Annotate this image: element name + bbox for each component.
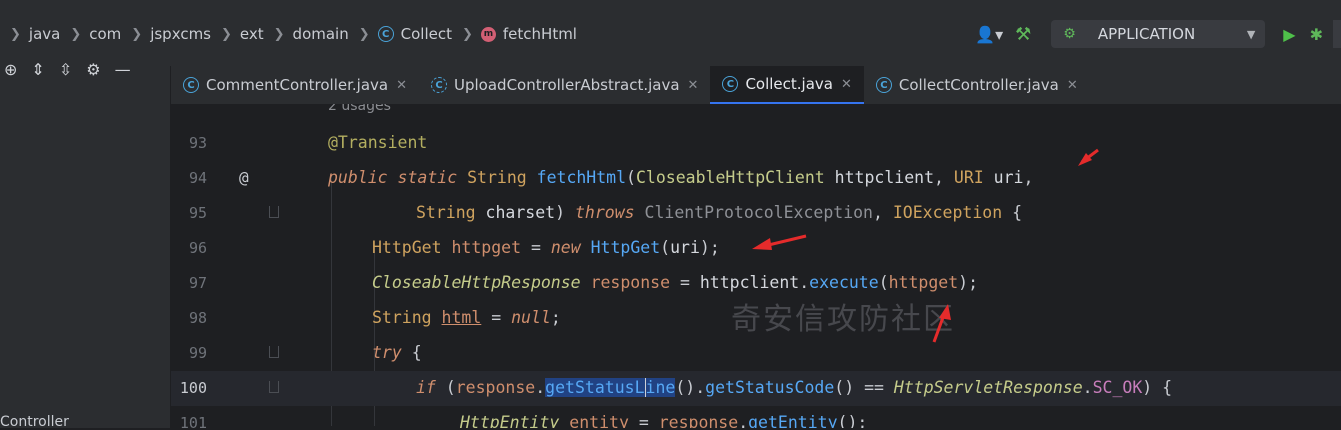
chevron-right-icon: ❯	[131, 26, 143, 42]
locate-target-icon[interactable]: ⊕	[4, 60, 17, 79]
override-marker[interactable]: @	[239, 168, 249, 187]
breadcrumb-item-jspxcms[interactable]: ❯ jspxcms	[131, 25, 211, 43]
line-number: 100	[179, 379, 207, 397]
user-icon[interactable]: 👤▾	[975, 25, 1003, 44]
method-icon: m	[480, 26, 496, 42]
code-line-current: 100 if (response.getStatusLine().getStat…	[171, 371, 1341, 406]
spring-app-icon: ⚙	[1063, 26, 1076, 42]
chevron-down-icon: ▼	[1246, 27, 1256, 41]
line-number: 101	[179, 414, 207, 428]
run-icon[interactable]: ▶	[1283, 25, 1295, 44]
tab-comment-controller[interactable]: C CommentController.java ✕	[171, 66, 419, 104]
code-line: 95 String charset) throws ClientProtocol…	[171, 196, 1341, 231]
code-line: 94 @ public static String fetchHtml(Clos…	[171, 161, 1341, 196]
project-panel: ⊕ ⇕ ⇳ ⚙ — Controller	[0, 60, 171, 430]
abstract-class-icon: C	[431, 77, 448, 93]
tab-collect-controller[interactable]: C CollectController.java ✕	[864, 66, 1090, 104]
expand-all-icon[interactable]: ⇕	[31, 60, 44, 79]
close-icon[interactable]: ✕	[688, 78, 699, 93]
chevron-right-icon: ❯	[273, 26, 285, 42]
collapse-all-icon[interactable]: ⇳	[59, 60, 72, 79]
class-icon: C	[875, 77, 892, 93]
gear-icon[interactable]: ⚙	[86, 60, 100, 79]
debug-bug-icon[interactable]: ✱	[1310, 25, 1323, 44]
tab-collect[interactable]: C Collect.java ✕	[710, 66, 864, 104]
editor-tabs: C CommentController.java ✕ C UploadContr…	[171, 66, 1341, 105]
line-number: 99	[188, 344, 207, 362]
code-line: 101 HttpEntity entity = response.getEnti…	[171, 406, 1341, 428]
line-number: 93	[188, 134, 207, 152]
minimize-icon[interactable]: —	[115, 60, 131, 79]
breadcrumb: ❯ java ❯ com ❯ jspxcms ❯ ext ❯ domain ❯ C Colle…	[0, 22, 577, 46]
code-line: 93 @Transient	[171, 126, 1341, 161]
chevron-right-icon: ❯	[358, 26, 370, 42]
line-number: 96	[188, 239, 207, 257]
breadcrumb-item-fetchhtml[interactable]: ❯ m fetchHtml	[462, 25, 577, 43]
run-configuration-dropdown[interactable]: ⚙ APPLICATION ▼	[1051, 20, 1266, 48]
code-line: 96 HttpGet httpget = new HttpGet(uri);	[171, 231, 1341, 266]
close-icon[interactable]: ✕	[841, 77, 852, 92]
class-icon: C	[183, 77, 199, 93]
chevron-right-icon: ❯	[221, 26, 232, 42]
close-icon[interactable]: ✕	[1067, 78, 1078, 93]
breadcrumb-item-java[interactable]: ❯ java	[10, 25, 60, 43]
chevron-right-icon: ❯	[70, 26, 82, 42]
usages-hint[interactable]: 2 usages	[328, 104, 391, 114]
code-editor[interactable]: 2 usages 93 @Transient 94 @ public stati…	[171, 104, 1341, 428]
code-line: 99 try {	[171, 336, 1341, 371]
fold-marker[interactable]	[269, 346, 279, 358]
breadcrumb-item-com[interactable]: ❯ com	[70, 25, 121, 43]
class-icon: C	[722, 76, 739, 92]
fold-marker[interactable]	[269, 381, 279, 393]
line-number: 95	[188, 204, 207, 222]
fold-marker[interactable]	[269, 206, 279, 218]
breadcrumb-item-collect[interactable]: ❯ C Collect	[359, 25, 452, 43]
line-number: 97	[188, 274, 207, 292]
chevron-right-icon: ❯	[10, 26, 21, 42]
watermark-text: 奇安信攻防社区	[731, 302, 955, 337]
build-hammer-icon[interactable]: ⚒	[1015, 24, 1031, 45]
project-panel-toolbar: ⊕ ⇕ ⇳ ⚙ —	[4, 60, 145, 79]
breadcrumb-item-ext[interactable]: ❯ ext	[221, 25, 264, 43]
class-icon: C	[377, 26, 394, 42]
line-number: 98	[188, 309, 207, 327]
navigation-bar: ❯ java ❯ com ❯ jspxcms ❯ ext ❯ domain ❯ C Colle…	[0, 0, 1341, 66]
breadcrumb-item-domain[interactable]: ❯ domain	[274, 25, 349, 43]
chevron-right-icon: ❯	[461, 26, 473, 42]
run-configuration-label: APPLICATION	[1097, 25, 1196, 43]
tab-upload-controller-abstract[interactable]: C UploadControllerAbstract.java ✕	[419, 66, 710, 104]
toolbar: 👤▾ ⚒ ⚙ APPLICATION ▼ ▶ ✱	[975, 18, 1341, 50]
close-icon[interactable]: ✕	[396, 78, 407, 93]
line-number: 94	[188, 169, 207, 187]
toolbar-overflow[interactable]	[1333, 20, 1341, 48]
